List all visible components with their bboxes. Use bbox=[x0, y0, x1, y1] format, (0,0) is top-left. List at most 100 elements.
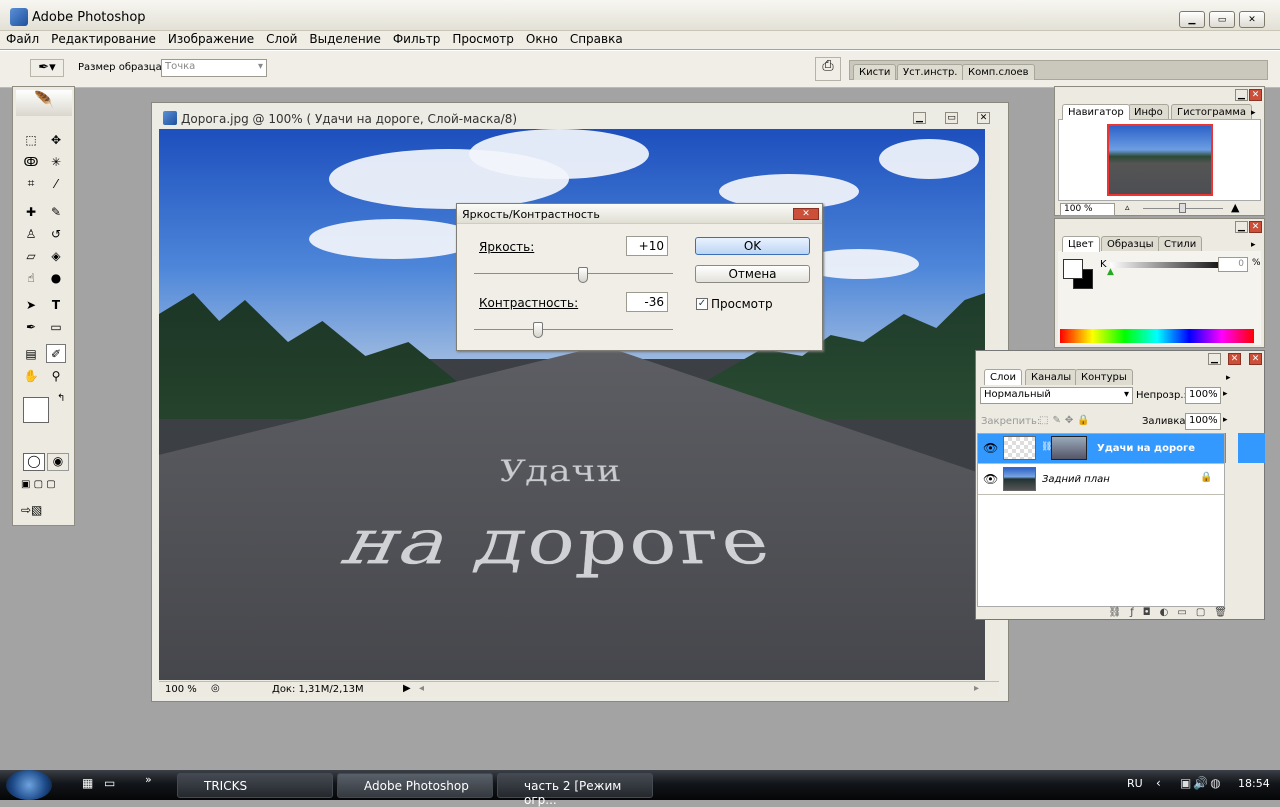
well-tab-layer-comps[interactable]: Комп.слоев bbox=[962, 64, 1035, 80]
layer-row[interactable]: 👁 ⛓ Удачи на дороге bbox=[978, 434, 1224, 464]
contrast-slider-track[interactable] bbox=[474, 329, 673, 330]
status-options-icon[interactable]: ◎ bbox=[211, 683, 220, 694]
navigator-thumbnail[interactable] bbox=[1107, 124, 1213, 196]
well-tab-brushes[interactable]: Кисти bbox=[853, 64, 897, 80]
lasso-icon[interactable]: ↂ bbox=[21, 152, 41, 171]
blend-mode-select[interactable]: Нормальный ▾ bbox=[980, 387, 1133, 404]
k-value-input[interactable]: 0 bbox=[1218, 257, 1248, 272]
brightness-slider-thumb[interactable] bbox=[578, 267, 589, 283]
maximize-button[interactable]: ▭ bbox=[1209, 11, 1235, 28]
tray-expand-icon[interactable]: ‹ bbox=[1156, 776, 1161, 790]
history-brush-icon[interactable]: ↺ bbox=[46, 224, 66, 243]
menu-layer[interactable]: Слой bbox=[260, 31, 303, 49]
tab-histogram[interactable]: Гистограмма bbox=[1171, 104, 1252, 120]
notes-icon[interactable]: ▤ bbox=[21, 344, 41, 363]
move-icon[interactable]: ✥ bbox=[46, 130, 66, 149]
brightness-input[interactable]: +10 bbox=[626, 236, 668, 256]
eraser-icon[interactable]: ▱ bbox=[21, 246, 41, 265]
burn-icon[interactable]: ● bbox=[46, 268, 66, 287]
layers-scrollbar[interactable] bbox=[1226, 433, 1238, 607]
path-selection-icon[interactable]: ➤ bbox=[21, 295, 41, 314]
color-close-button[interactable]: ✕ bbox=[1249, 221, 1262, 233]
palette-well-icon[interactable]: ⎙ bbox=[815, 57, 841, 81]
menu-filter[interactable]: Фильтр bbox=[387, 31, 446, 49]
doc-maximize-button[interactable]: ▭ bbox=[945, 112, 958, 124]
menu-image[interactable]: Изображение bbox=[162, 31, 260, 49]
minimize-button[interactable]: ▁ bbox=[1179, 11, 1205, 28]
tab-swatches[interactable]: Образцы bbox=[1101, 236, 1160, 252]
zoom-in-icon[interactable]: ▲ bbox=[1231, 201, 1239, 214]
quicklaunch-chevron[interactable]: » bbox=[145, 773, 152, 786]
menu-window[interactable]: Окно bbox=[520, 31, 564, 49]
tab-info[interactable]: Инфо bbox=[1128, 104, 1169, 120]
tab-paths[interactable]: Контуры bbox=[1075, 369, 1133, 385]
layer-mask-thumbnail[interactable] bbox=[1051, 436, 1087, 460]
task-tricks[interactable]: TRICKS bbox=[177, 773, 333, 798]
standard-mode-icon[interactable]: ◯ bbox=[23, 453, 45, 471]
fill-arrow-icon[interactable]: ▸ bbox=[1223, 415, 1228, 425]
contrast-input[interactable]: -36 bbox=[626, 292, 668, 312]
ok-button[interactable]: OK bbox=[695, 237, 810, 255]
tab-styles[interactable]: Стили bbox=[1158, 236, 1203, 252]
navigator-close-button[interactable]: ✕ bbox=[1249, 89, 1262, 101]
show-desktop-icon[interactable]: ▦ bbox=[82, 776, 93, 790]
eye-icon[interactable]: 👁 bbox=[983, 441, 998, 455]
zoom-out-icon[interactable]: ▵ bbox=[1125, 203, 1130, 213]
well-tab-tool-presets[interactable]: Уст.инстр. bbox=[897, 64, 964, 80]
tab-layers[interactable]: Слои bbox=[984, 369, 1022, 385]
opacity-arrow-icon[interactable]: ▸ bbox=[1223, 389, 1228, 399]
dialog-close-button[interactable]: ✕ bbox=[793, 208, 819, 220]
menu-select[interactable]: Выделение bbox=[303, 31, 386, 49]
scroll-right-icon[interactable]: ▸ bbox=[974, 683, 979, 694]
scroll-left-icon[interactable]: ◂ bbox=[419, 683, 424, 694]
slice-icon[interactable]: ⁄ bbox=[46, 174, 66, 193]
foreground-swatch[interactable] bbox=[1063, 259, 1083, 279]
layers-footer-icons[interactable]: ⛓ƒ◘◐▭▢🗑 bbox=[1036, 607, 1236, 619]
navigator-minimize-button[interactable]: ▁ bbox=[1235, 89, 1248, 101]
tab-color[interactable]: Цвет bbox=[1062, 236, 1100, 252]
screen-mode-icon[interactable]: ▣ ▢ ▢ bbox=[21, 479, 69, 493]
contrast-slider-thumb[interactable] bbox=[532, 322, 543, 338]
layers-close-button[interactable]: ✕ bbox=[1228, 353, 1241, 365]
navigator-zoom-input[interactable]: 100 % bbox=[1060, 203, 1115, 216]
tab-channels[interactable]: Каналы bbox=[1025, 369, 1078, 385]
type-icon[interactable]: T bbox=[46, 295, 66, 314]
eyedropper-icon[interactable]: ✐ bbox=[46, 344, 66, 363]
palette-close-button[interactable]: ✕ bbox=[1249, 353, 1262, 365]
zoom-icon[interactable]: ⚲ bbox=[46, 366, 66, 385]
task-photoshop[interactable]: Adobe Photoshop bbox=[337, 773, 493, 798]
fill-input[interactable]: 100% bbox=[1185, 413, 1221, 430]
clock[interactable]: 18:54 bbox=[1238, 777, 1270, 790]
paint-bucket-icon[interactable]: ◈ bbox=[46, 246, 66, 265]
preview-checkbox[interactable]: ✓ bbox=[696, 298, 708, 310]
tab-navigator[interactable]: Навигатор bbox=[1062, 104, 1130, 120]
close-button[interactable]: ✕ bbox=[1239, 11, 1265, 28]
layers-minimize-button[interactable]: ▁ bbox=[1208, 353, 1221, 365]
panel-menu-icon[interactable]: ▸ bbox=[1251, 240, 1256, 250]
layer-name[interactable]: Задний план bbox=[1042, 474, 1110, 485]
smudge-icon[interactable]: ☝ bbox=[21, 268, 41, 287]
k-ramp[interactable] bbox=[1110, 262, 1230, 268]
status-menu-arrow-icon[interactable]: ▶ bbox=[403, 683, 411, 694]
panel-menu-icon[interactable]: ▸ bbox=[1251, 108, 1256, 118]
layer-row[interactable]: 👁 Задний план 🔒 bbox=[978, 465, 1224, 495]
tray-icons[interactable]: ▣🔊◍ bbox=[1180, 776, 1223, 790]
foreground-color-swatch[interactable] bbox=[23, 397, 49, 423]
menu-help[interactable]: Справка bbox=[564, 31, 629, 49]
magic-wand-icon[interactable]: ✳ bbox=[46, 152, 66, 171]
eyedropper-preset-icon[interactable]: ✒▾ bbox=[30, 59, 64, 77]
imageready-icon[interactable]: ⇨▧ bbox=[21, 503, 69, 521]
eye-icon[interactable]: 👁 bbox=[983, 472, 998, 486]
hand-icon[interactable]: ✋ bbox=[21, 366, 41, 385]
menu-edit[interactable]: Редактирование bbox=[45, 31, 162, 49]
k-slider-thumb[interactable]: ▲ bbox=[1107, 267, 1114, 277]
quick-mask-icon[interactable]: ◉ bbox=[47, 453, 69, 471]
rectangle-shape-icon[interactable]: ▭ bbox=[46, 317, 66, 336]
clone-stamp-icon[interactable]: ♙ bbox=[21, 224, 41, 243]
doc-minimize-button[interactable]: ▁ bbox=[913, 112, 926, 124]
pen-icon[interactable]: ✒ bbox=[21, 317, 41, 336]
opacity-input[interactable]: 100% bbox=[1185, 387, 1221, 404]
crop-icon[interactable]: ⌗ bbox=[21, 174, 41, 193]
doc-close-button[interactable]: ✕ bbox=[977, 112, 990, 124]
cancel-button[interactable]: Отмена bbox=[695, 265, 810, 283]
